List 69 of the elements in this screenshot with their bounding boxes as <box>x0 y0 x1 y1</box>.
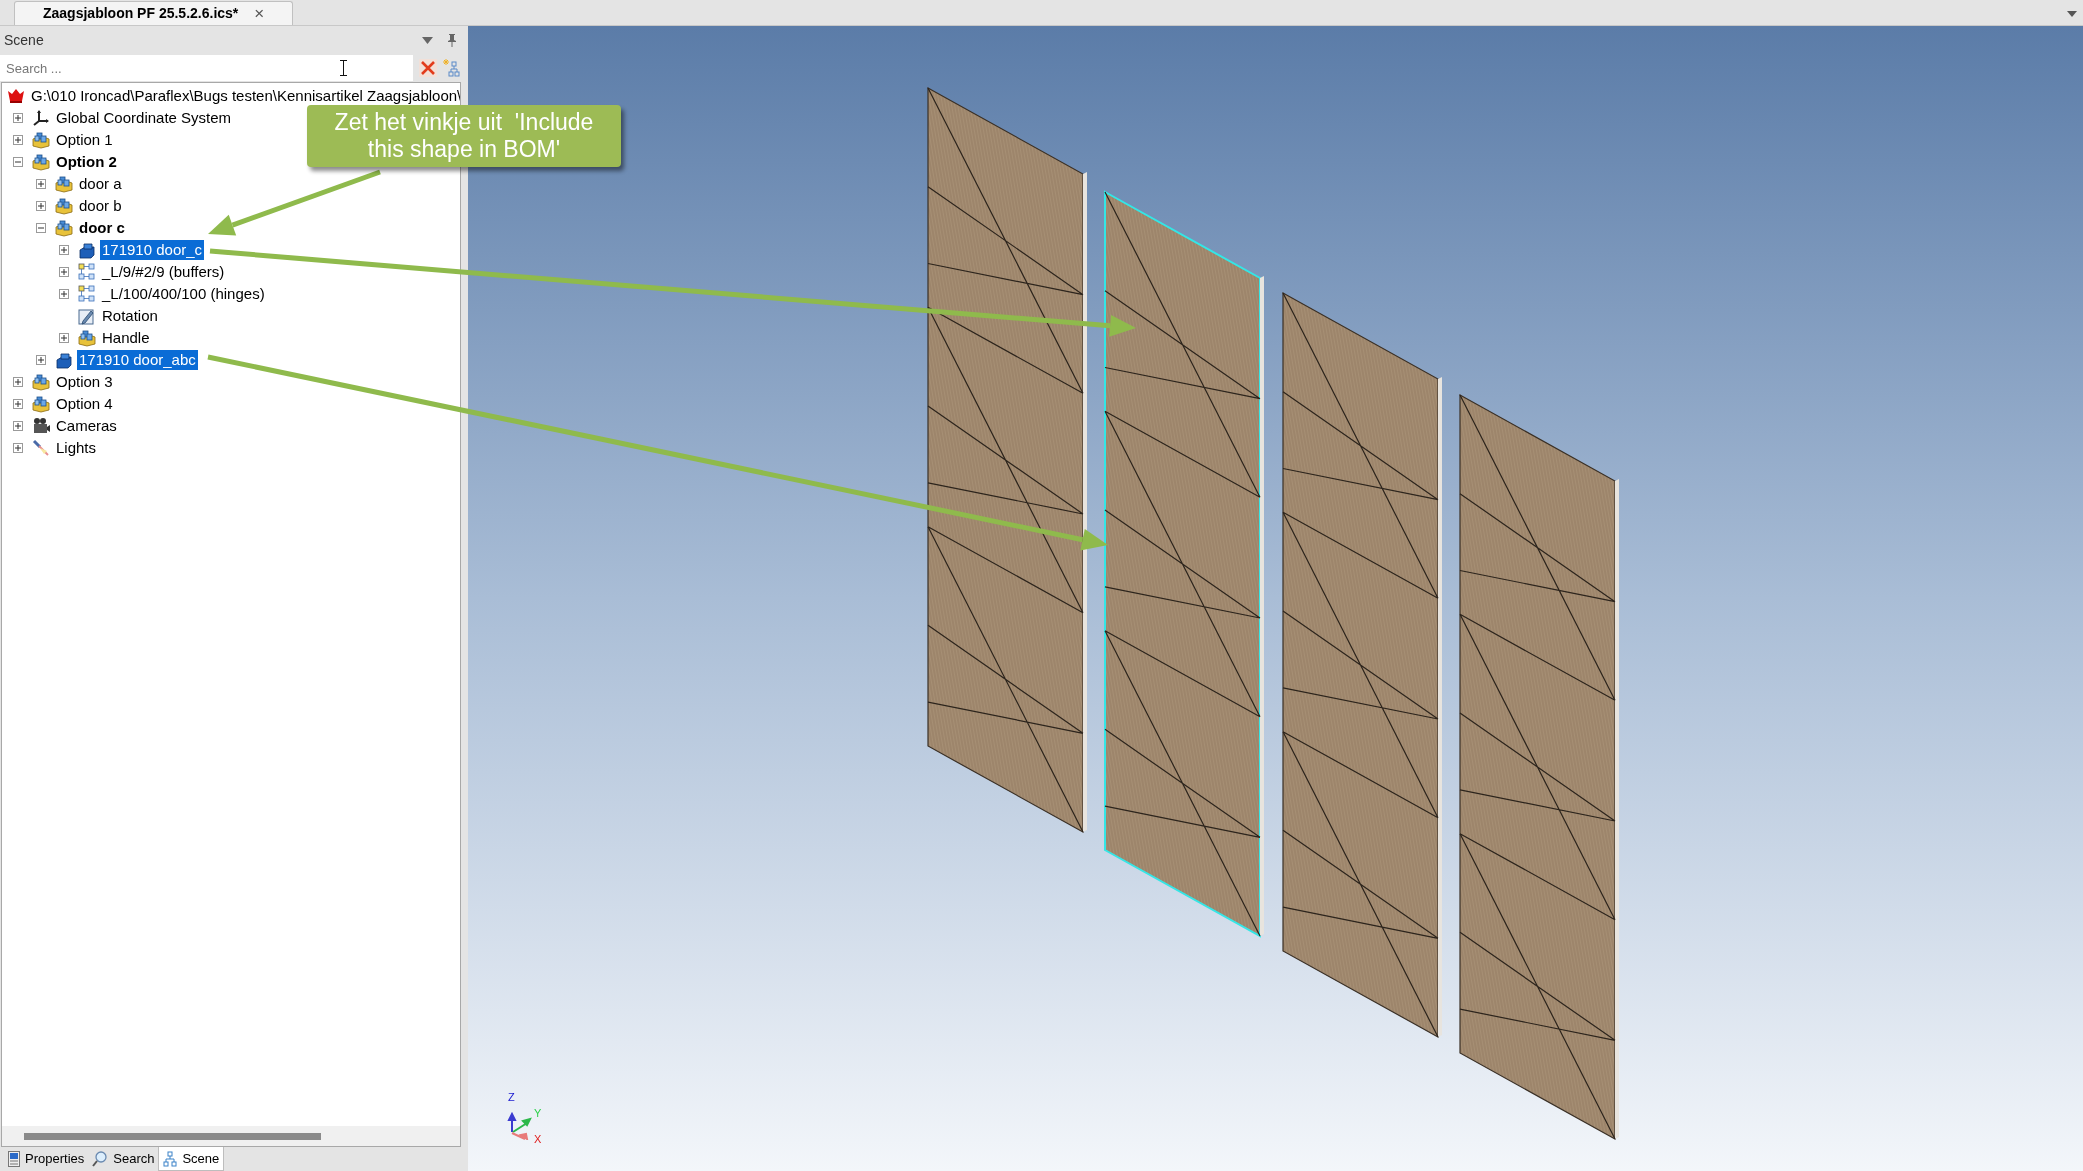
expand-toggle[interactable] <box>59 289 69 299</box>
expand-toggle[interactable] <box>13 113 23 123</box>
tree-item[interactable]: door b <box>77 196 124 216</box>
y-axis-label: Y <box>534 1108 542 1119</box>
edit-icon <box>78 307 96 325</box>
expand-toggle[interactable] <box>13 377 23 387</box>
expand-toggle[interactable] <box>36 179 46 189</box>
expand-toggle[interactable] <box>13 135 23 145</box>
expand-toggle[interactable] <box>36 201 46 211</box>
tree-item[interactable]: door c <box>77 218 127 238</box>
tree-item[interactable]: _L/100/400/100 (hinges) <box>100 284 267 304</box>
tree-item[interactable]: Handle <box>100 328 152 348</box>
block-icon <box>78 241 96 259</box>
expand-toggle[interactable] <box>59 333 69 343</box>
tree-item[interactable]: Option 3 <box>54 372 115 392</box>
tree-item[interactable]: Lights <box>54 438 99 458</box>
collapse-toggle[interactable] <box>36 223 46 233</box>
tree-item[interactable]: Rotation <box>100 306 160 326</box>
assembly-icon <box>78 329 96 347</box>
tree-item[interactable]: door a <box>77 174 124 194</box>
expand-toggle[interactable] <box>36 355 46 365</box>
x-axis-label: X <box>534 1134 542 1145</box>
dropdown-arrow-icon[interactable] <box>2067 11 2077 17</box>
expand-toggle[interactable] <box>59 245 69 255</box>
tree-item[interactable]: Option 1 <box>54 130 115 150</box>
assembly-icon <box>55 197 73 215</box>
panel-tab[interactable]: Scene <box>158 1147 225 1171</box>
block-icon <box>55 351 73 369</box>
axes-icon <box>32 109 50 127</box>
assembly-icon <box>55 219 73 237</box>
close-button[interactable]: × <box>254 5 265 22</box>
collapse-toggle[interactable] <box>13 157 23 167</box>
search-icon <box>92 1151 109 1167</box>
panel-title: Scene <box>4 30 44 50</box>
dropdown-arrow-icon[interactable] <box>422 36 433 44</box>
z-axis-label: Z <box>508 1092 515 1103</box>
panel-tab[interactable]: Search <box>88 1147 159 1171</box>
document-title: Zaagsjabloon PF 25.5.2.6.ics* <box>43 4 239 23</box>
lamp-icon <box>32 439 50 457</box>
pin-icon[interactable] <box>447 33 457 47</box>
assembly-icon <box>32 153 50 171</box>
pattern-icon <box>78 285 96 303</box>
tree-item[interactable]: Option 4 <box>54 394 115 414</box>
expand-toggle[interactable] <box>13 399 23 409</box>
scene-root-icon <box>7 87 25 105</box>
text-cursor-icon <box>340 60 347 76</box>
horizontal-scrollbar[interactable] <box>24 1132 321 1140</box>
expand-toggle[interactable] <box>13 421 23 431</box>
expand-toggle[interactable] <box>13 443 23 453</box>
tree-item[interactable]: 171910 door_c <box>100 240 205 260</box>
assembly-icon <box>32 373 50 391</box>
tree-item[interactable]: _L/9/#2/9 (buffers) <box>100 262 227 282</box>
tree-item[interactable]: Option 2 <box>54 152 119 172</box>
camera-icon <box>32 417 50 435</box>
callout: Zet het vinkje uit 'Include this shape in BOM' <box>307 105 621 167</box>
panel-tab[interactable]: Properties <box>4 1147 89 1171</box>
clear-icon[interactable] <box>419 59 437 77</box>
tree-item[interactable]: Global Coordinate System <box>54 108 234 128</box>
assembly-icon <box>55 175 73 193</box>
tree-item[interactable]: 171910 door_abc <box>77 350 198 370</box>
assembly-icon <box>32 131 50 149</box>
document-tab[interactable]: Zaagsjabloon PF 25.5.2.6.ics* × <box>14 1 294 25</box>
expand-toggle[interactable] <box>59 267 69 277</box>
assembly-icon <box>32 395 50 413</box>
properties-icon <box>8 1151 20 1167</box>
search-field[interactable]: Search ... <box>0 55 413 81</box>
tree-item[interactable]: Cameras <box>54 416 119 436</box>
pattern-icon <box>78 263 96 281</box>
hierarchy-icon <box>163 1150 178 1167</box>
